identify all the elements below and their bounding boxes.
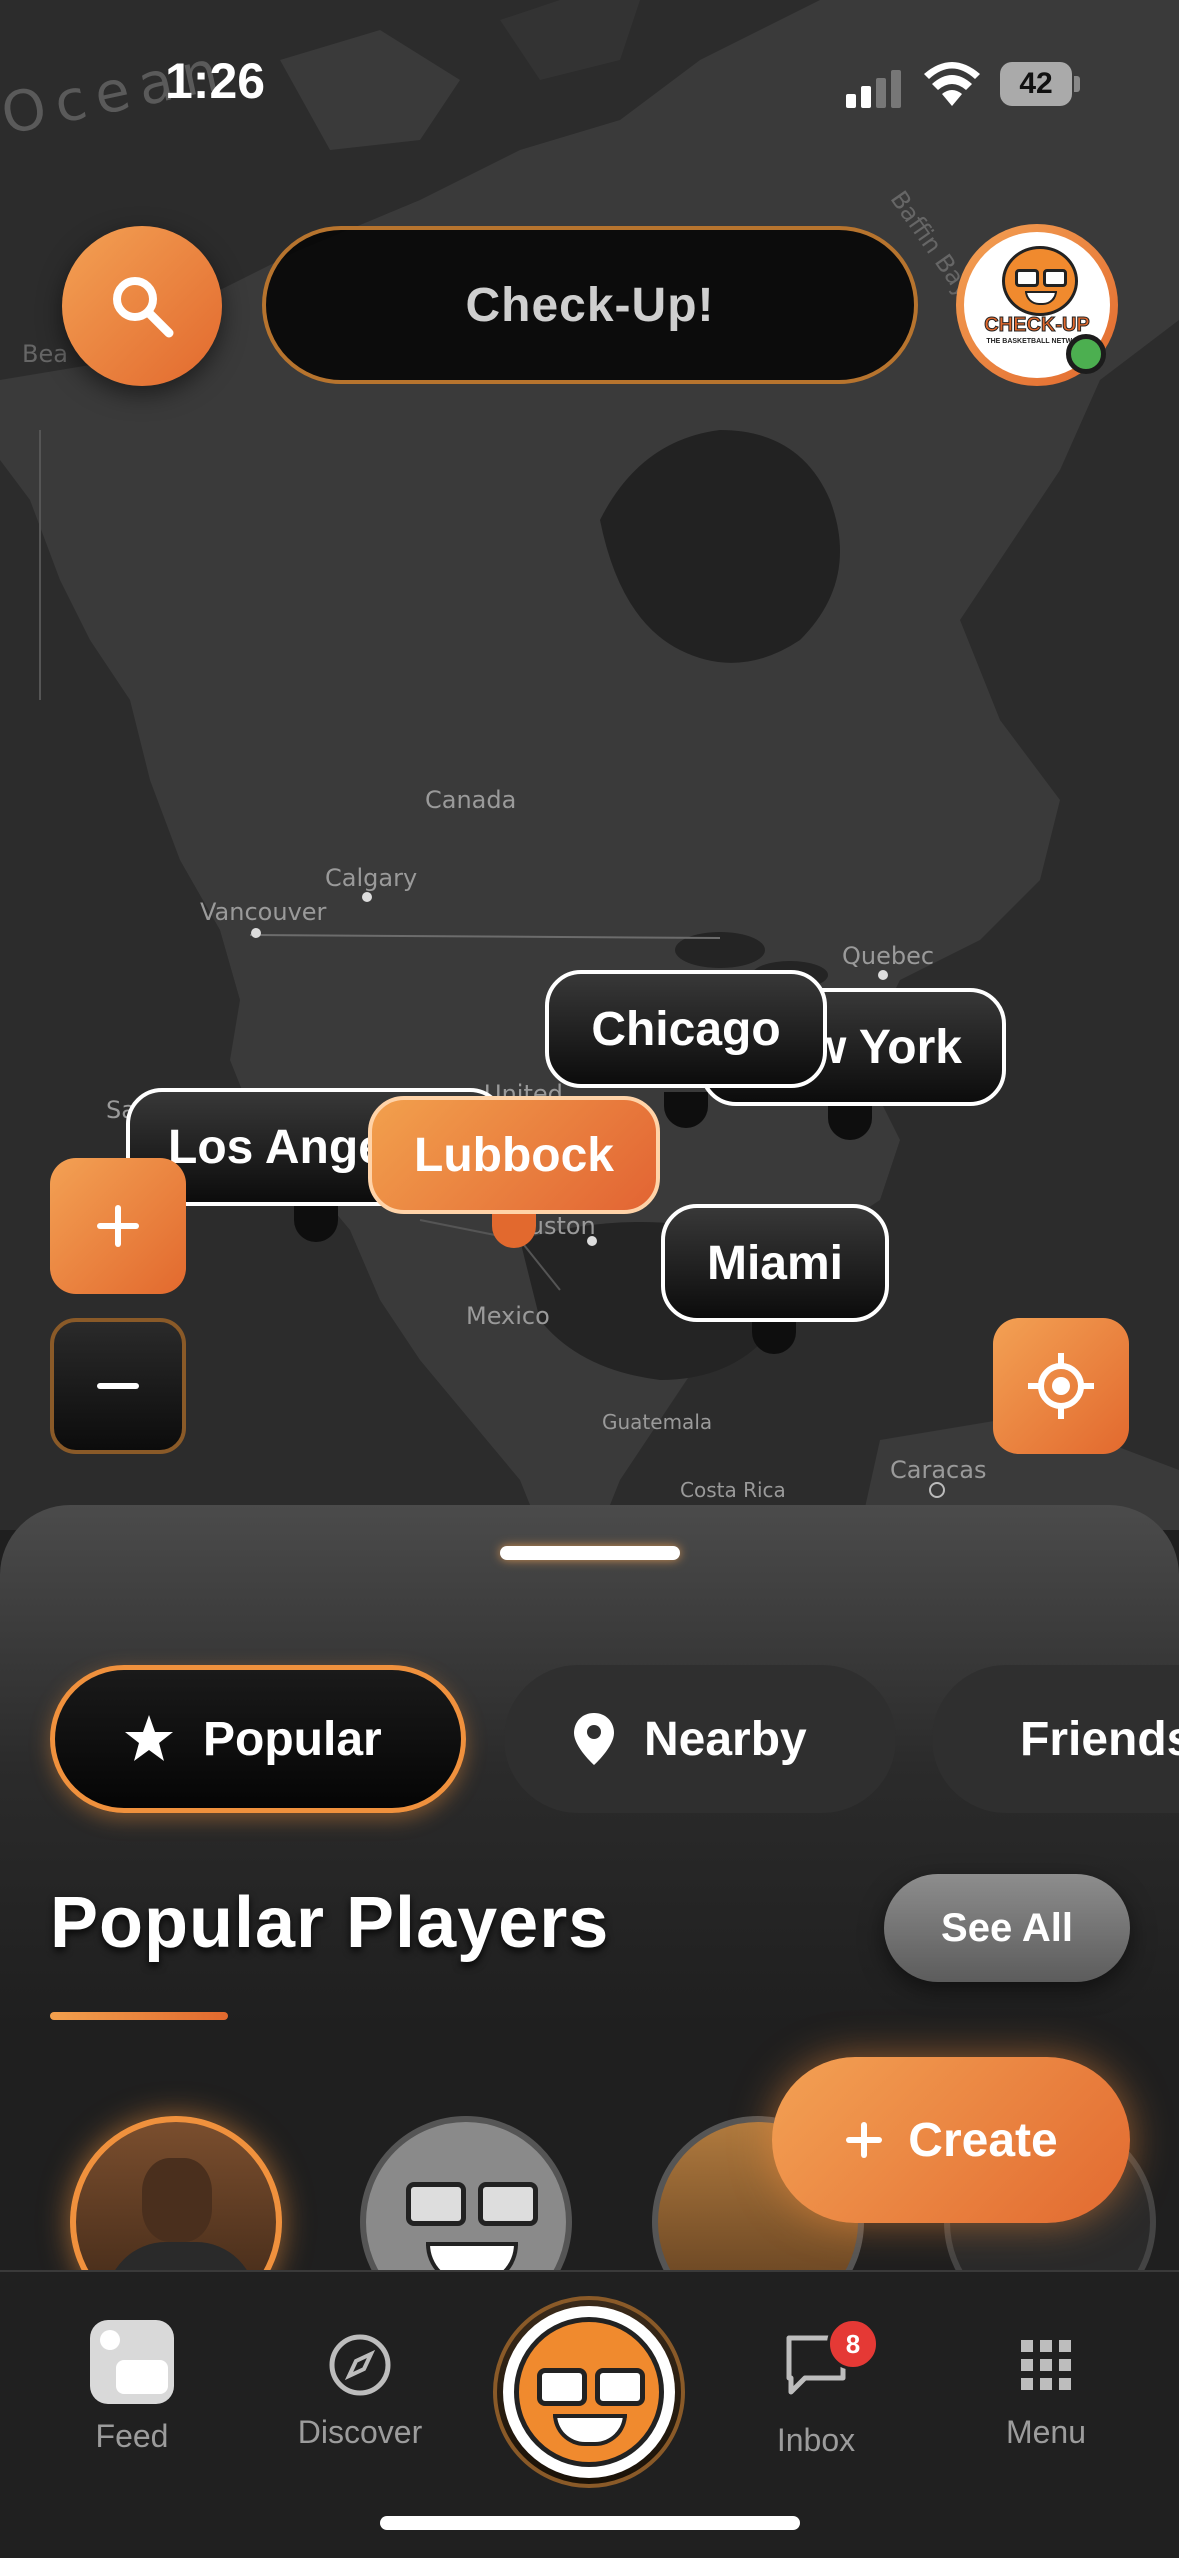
locate-me-button[interactable] bbox=[993, 1318, 1129, 1454]
cellular-signal-icon bbox=[846, 68, 906, 108]
map-label-costa-rica: Costa Rica bbox=[680, 1478, 786, 1502]
plus-icon bbox=[97, 1205, 139, 1247]
nav-label: Inbox bbox=[776, 2422, 856, 2458]
app-title: Check-Up! bbox=[465, 278, 715, 332]
map-dot-vancouver bbox=[251, 928, 261, 938]
city-marker-chicago[interactable]: Chicago bbox=[545, 970, 827, 1088]
home-indicator[interactable] bbox=[380, 2516, 800, 2530]
tab-friends[interactable]: Friends bbox=[932, 1665, 1179, 1813]
map-label-vancouver: Vancouver bbox=[200, 898, 327, 926]
map-label-beaufort: Bea bbox=[22, 340, 68, 368]
tab-label: Friends bbox=[1020, 1712, 1179, 1766]
app-title-pill[interactable]: Check-Up! bbox=[262, 226, 918, 384]
zoom-in-button[interactable] bbox=[50, 1158, 186, 1294]
plus-icon bbox=[846, 2122, 883, 2158]
crosshair-location-icon bbox=[1028, 1353, 1094, 1419]
map-label-canada: Canada bbox=[425, 786, 517, 814]
map-label-guatemala: Guatemala bbox=[602, 1410, 713, 1434]
star-icon bbox=[125, 1715, 173, 1761]
tab-popular[interactable]: Popular bbox=[50, 1665, 466, 1813]
map-label-quebec: Quebec bbox=[842, 942, 935, 970]
create-button[interactable]: Create bbox=[772, 2057, 1130, 2223]
map-dot-houston bbox=[587, 1236, 597, 1246]
feed-icon bbox=[90, 2320, 174, 2404]
grid-menu-icon bbox=[1021, 2340, 1071, 2390]
nav-label: Menu bbox=[1005, 2414, 1087, 2450]
tab-nearby[interactable]: Nearby bbox=[504, 1665, 896, 1813]
search-icon bbox=[113, 277, 174, 338]
battery-level: 42 bbox=[1019, 67, 1053, 100]
status-time: 1:26 bbox=[165, 53, 266, 109]
minus-icon bbox=[97, 1383, 139, 1389]
section-title: Popular Players bbox=[50, 1883, 610, 1963]
nav-item-feed[interactable]: Feed bbox=[42, 2320, 222, 2455]
tab-label: Nearby bbox=[644, 1712, 807, 1766]
profile-avatar-button[interactable]: CHECK-UP THE BASKETBALL NETWORK bbox=[956, 224, 1118, 386]
create-label: Create bbox=[908, 2113, 1058, 2167]
see-all-button[interactable]: See All bbox=[884, 1874, 1130, 1982]
mascot-icon bbox=[514, 2317, 664, 2467]
city-marker-lubbock[interactable]: Lubbock bbox=[368, 1096, 660, 1214]
nav-item-home-mascot[interactable] bbox=[493, 2296, 685, 2488]
nav-label: Feed bbox=[95, 2418, 169, 2454]
inbox-badge: 8 bbox=[827, 2318, 879, 2370]
location-pin-icon bbox=[574, 1713, 614, 1765]
map-dot-calgary bbox=[362, 892, 372, 902]
zoom-out-button[interactable] bbox=[50, 1318, 186, 1454]
map-label-caracas: Caracas bbox=[890, 1456, 987, 1484]
nav-item-menu[interactable]: Menu bbox=[956, 2330, 1136, 2451]
nav-item-inbox[interactable]: 8 Inbox bbox=[726, 2318, 906, 2459]
nav-label: Discover bbox=[297, 2414, 423, 2450]
mascot-logo-icon bbox=[1002, 246, 1078, 316]
nav-item-discover[interactable]: Discover bbox=[270, 2330, 450, 2451]
map-label-mexico: Mexico bbox=[466, 1302, 550, 1330]
map-dot-caracas bbox=[929, 1482, 945, 1498]
section-title-underline bbox=[50, 2012, 228, 2020]
map-dot-quebec bbox=[878, 970, 888, 980]
online-status-indicator bbox=[1066, 334, 1106, 374]
search-button[interactable] bbox=[62, 226, 222, 386]
battery-icon: 42 bbox=[1000, 62, 1080, 108]
sheet-grabber-handle[interactable] bbox=[500, 1546, 680, 1560]
city-marker-miami[interactable]: Miami bbox=[661, 1204, 889, 1322]
tab-label: Popular bbox=[203, 1712, 382, 1766]
map-label-calgary: Calgary bbox=[325, 864, 418, 892]
wifi-icon bbox=[924, 62, 980, 108]
compass-icon bbox=[329, 2334, 391, 2396]
